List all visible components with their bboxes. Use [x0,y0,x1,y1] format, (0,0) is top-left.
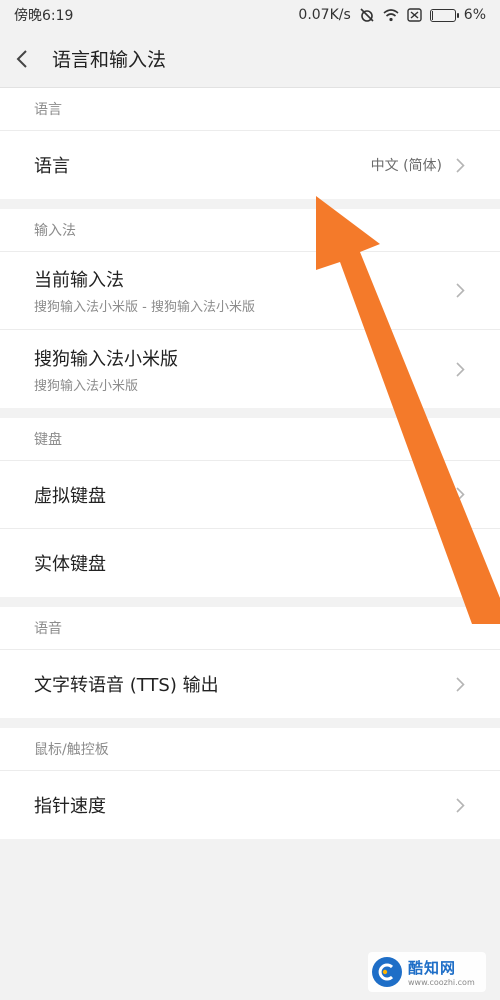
back-button[interactable] [16,39,44,79]
current-input-method-item[interactable]: 当前输入法 搜狗输入法小米版 - 搜狗输入法小米版 [0,252,500,330]
physical-keyboard-label: 实体键盘 [34,554,106,575]
section-input-method: 输入法 当前输入法 搜狗输入法小米版 - 搜狗输入法小米版 搜狗输入法小米版 搜… [0,209,500,408]
battery-percent: 6% [463,7,486,23]
alarm-off-icon [359,7,375,23]
chevron-right-icon [456,797,466,813]
chevron-right-icon [456,283,466,299]
tts-output-label: 文字转语音 (TTS) 输出 [34,675,219,696]
sogou-input-method-item[interactable]: 搜狗输入法小米版 搜狗输入法小米版 [0,330,500,408]
status-time: 傍晚6:19 [14,8,74,24]
chevron-right-icon [456,361,466,377]
virtual-keyboard-item[interactable]: 虚拟键盘 [0,461,500,529]
language-setting-value: 中文 (简体) [370,158,442,174]
section-keyboard: 键盘 虚拟键盘 实体键盘 [0,418,500,597]
section-mouse: 鼠标/触控板 指针速度 [0,728,500,839]
watermark-url: www.coozhi.com [408,978,475,987]
watermark-logo-icon [372,957,402,987]
battery-level [431,10,433,20]
virtual-keyboard-label: 虚拟键盘 [34,485,106,507]
section-header-input-method: 输入法 [0,209,500,252]
chevron-right-icon [456,487,466,503]
section-language: 语言 语言 中文 (简体) [0,88,500,199]
page-title: 语言和输入法 [52,49,167,71]
section-header-mouse: 鼠标/触控板 [0,728,500,771]
watermark: 酷知网 www.coozhi.com [368,952,486,992]
title-bar: 语言和输入法 [0,30,500,88]
language-setting-item[interactable]: 语言 中文 (简体) [0,131,500,199]
section-header-speech: 语音 [0,607,500,650]
pointer-speed-label: 指针速度 [34,796,106,817]
pointer-speed-item[interactable]: 指针速度 [0,771,500,839]
sim-disabled-icon [407,8,422,22]
section-header-language: 语言 [0,88,500,131]
watermark-name: 酷知网 [408,959,457,977]
physical-keyboard-item[interactable]: 实体键盘 [0,529,500,597]
sogou-input-method-subtitle: 搜狗输入法小米版 [34,378,139,394]
chevron-right-icon [456,157,466,173]
back-arrow-icon [16,49,27,68]
wifi-icon [383,8,399,22]
network-speed: 0.07K/s [298,7,351,23]
status-bar: 傍晚6:19 0.07K/s 6% [0,0,500,30]
sogou-input-method-label: 搜狗输入法小米版 [34,348,178,370]
tts-output-item[interactable]: 文字转语音 (TTS) 输出 [0,650,500,718]
battery-icon [429,8,459,22]
current-input-method-label: 当前输入法 [34,270,124,291]
chevron-right-icon [456,676,466,692]
status-indicators: 0.07K/s 6% [298,7,486,23]
language-setting-label: 语言 [34,156,70,177]
current-input-method-subtitle: 搜狗输入法小米版 - 搜狗输入法小米版 [34,300,255,315]
section-header-keyboard: 键盘 [0,418,500,461]
section-speech: 语音 文字转语音 (TTS) 输出 [0,607,500,718]
